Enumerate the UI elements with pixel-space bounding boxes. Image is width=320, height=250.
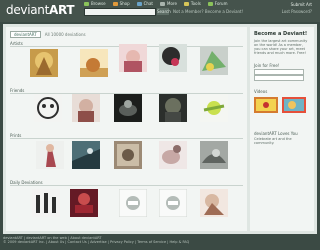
print-thumbnail[interactable] <box>114 141 142 169</box>
artist-thumbnail[interactable] <box>159 44 187 72</box>
nav-item-label: Browse <box>91 1 106 6</box>
artist-thumbnail[interactable] <box>30 49 58 77</box>
section-divider <box>10 138 243 139</box>
sidebar: Become a Deviant! Join the largest art c… <box>250 27 314 231</box>
search-input[interactable] <box>84 8 156 16</box>
print-thumbnail[interactable] <box>72 141 100 169</box>
become-deviant-text: Join the largest art community on the wo… <box>254 39 308 55</box>
promo-title: deviantART Loves You <box>254 131 298 136</box>
friend-thumbnail[interactable] <box>34 94 62 122</box>
become-deviant-title: Become a Deviant! <box>254 31 308 37</box>
browse-icon <box>84 1 89 6</box>
artist-thumbnail[interactable] <box>200 47 228 75</box>
shop-icon <box>112 1 118 6</box>
main-content-panel: deviantART All 10000 deviations Artists <box>6 27 247 231</box>
daily-deviation-thumbnail[interactable] <box>70 189 98 217</box>
nav-item-label: Chat <box>143 1 153 6</box>
promo-text: Celebrate art and the community. <box>254 137 292 145</box>
join-label: Join for Free! <box>254 63 280 68</box>
friend-thumbnail[interactable] <box>200 94 228 122</box>
friend-thumbnail[interactable] <box>159 94 187 122</box>
nav-item-browse[interactable]: Browse <box>84 1 106 6</box>
daily-deviation-thumbnail[interactable] <box>119 189 147 217</box>
chat-icon <box>136 1 142 6</box>
logo-text-rest: ART <box>49 3 75 17</box>
tab-row: deviantART All 10000 deviations <box>10 31 86 38</box>
print-thumbnail[interactable] <box>159 141 187 169</box>
search-button[interactable]: Search <box>157 8 171 15</box>
print-thumbnail[interactable] <box>200 141 228 169</box>
daily-deviation-thumbnail[interactable] <box>200 189 228 217</box>
artist-thumbnail[interactable] <box>80 49 108 77</box>
nav-item-forum[interactable]: Forum <box>207 1 228 6</box>
nav-item-shop[interactable]: Shop <box>112 1 130 6</box>
video-thumbnail[interactable] <box>254 97 278 113</box>
deviantart-logo[interactable]: deviantART <box>6 3 75 17</box>
nav-item-tools[interactable]: Tools <box>183 1 201 6</box>
videos-label: Videos <box>254 89 268 94</box>
password-field[interactable] <box>254 75 304 81</box>
page-content: deviantART All 10000 deviations Artists <box>3 24 317 234</box>
print-thumbnail[interactable] <box>36 141 64 169</box>
artist-thumbnail[interactable] <box>119 44 147 72</box>
tab-description: All 10000 deviations <box>44 32 86 37</box>
friend-thumbnail[interactable] <box>72 94 100 122</box>
nav-item-label: Tools <box>190 1 201 6</box>
nav-item-chat[interactable]: Chat <box>136 1 153 6</box>
submit-art-button[interactable]: Submit Art <box>291 2 312 7</box>
nav-item-label: Shop <box>119 1 130 6</box>
video-thumbnail[interactable] <box>282 97 306 113</box>
footer-line-2: © 2009 deviantART Inc. | About Us | Cont… <box>3 240 190 244</box>
tab-deviantart[interactable]: deviantART <box>10 31 41 38</box>
nav-item-more[interactable]: More <box>160 1 177 6</box>
forum-icon <box>207 1 213 6</box>
nav-item-label: More <box>167 1 177 6</box>
footer: deviantART | deviantART on the web | Abo… <box>3 236 317 248</box>
logo-text-main: deviant <box>6 3 49 17</box>
more-icon <box>160 1 165 6</box>
signup-tagline[interactable]: Not a Member? Become a Deviant! <box>173 9 243 14</box>
friend-thumbnail[interactable] <box>114 94 142 122</box>
top-navigation-bar: deviantART Browse Shop Chat More Tools F… <box>0 0 320 22</box>
section-divider <box>10 185 243 186</box>
daily-deviation-thumbnail[interactable] <box>159 189 187 217</box>
tools-icon <box>183 1 189 6</box>
daily-deviation-thumbnail[interactable] <box>32 189 60 217</box>
lost-password-link[interactable]: Lost Password? <box>282 9 312 14</box>
nav-items: Browse Shop Chat More Tools Forum <box>84 1 234 6</box>
nav-item-label: Forum <box>214 1 228 6</box>
